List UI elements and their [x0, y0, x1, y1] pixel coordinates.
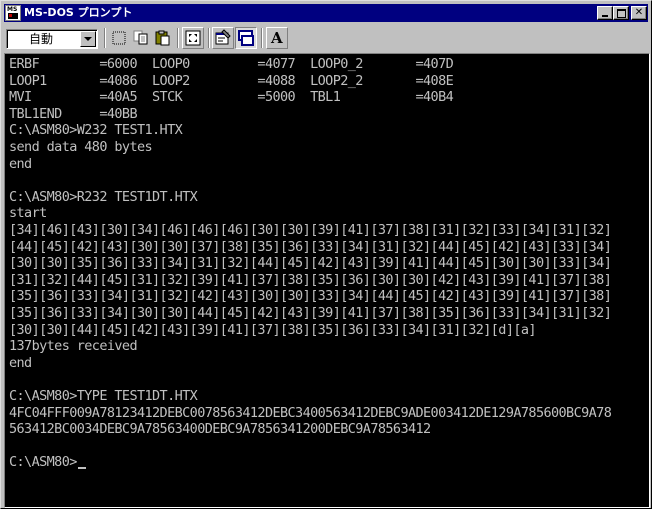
- console-line: C:\ASM80>R232 TEST1DT.HTX: [9, 188, 198, 205]
- console-line: 563412BC0034DEBC9A78563400DEBC9A78563412…: [9, 421, 431, 438]
- toolbar-separator: [104, 28, 106, 48]
- minimize-button[interactable]: [597, 6, 613, 20]
- console-line: [34][46][43][30][34][46][46][46][30][30]…: [9, 222, 612, 238]
- window-title: MS-DOS プロンプト: [24, 6, 133, 19]
- maximize-icon: [617, 9, 626, 18]
- console-line: LOOP1 =4086 LOOP2 =4088 LOOP2_2 =408E: [9, 72, 454, 89]
- font-button[interactable]: A: [266, 27, 288, 49]
- console-line: [30][30][35][36][33][34][31][32][44][45]…: [9, 255, 612, 272]
- background-icon: [238, 30, 254, 46]
- properties-icon: [215, 29, 231, 45]
- console-line: end: [9, 354, 32, 371]
- ms-dos-prompt-window: MS MS-DOS プロンプト ✕ 自動 A ERBF =6000 LOOP0 …: [0, 0, 652, 509]
- title-bar[interactable]: MS MS-DOS プロンプト ✕: [4, 4, 648, 22]
- text-cursor: [77, 467, 86, 470]
- console-line: [44][45][42][43][30][30][37][38][35][36]…: [9, 238, 612, 255]
- console-line: send data 480 bytes: [9, 139, 153, 155]
- toolbar-separator: [208, 28, 210, 48]
- console-line: [35][36][33][34][30][30][44][45][42][43]…: [9, 305, 612, 321]
- console-line: 137bytes received: [9, 338, 138, 355]
- paste-icon: [155, 30, 170, 46]
- console-line: start: [9, 205, 47, 222]
- ms-dos-icon-text: MS: [7, 6, 18, 13]
- copy-button[interactable]: [130, 27, 152, 49]
- console-line: [31][32][44][45][31][32][39][41][37][38]…: [9, 271, 612, 288]
- console-line: C:\ASM80>TYPE TEST1DT.HTX: [9, 388, 198, 404]
- console-output[interactable]: ERBF =6000 LOOP0 =4077 LOOP0_2 =407D LOOP…: [7, 55, 649, 507]
- console-line: C:\ASM80>W232 TEST1.HTX: [9, 122, 183, 139]
- properties-button[interactable]: [212, 27, 234, 49]
- fullscreen-button[interactable]: [182, 27, 204, 49]
- paste-button[interactable]: [152, 27, 174, 49]
- console-line: [30][30][44][45][42][43][39][41][37][38]…: [9, 321, 537, 338]
- toolbar-separator: [177, 28, 179, 48]
- copy-icon: [133, 30, 148, 45]
- console-line: 4FC04FFF009A78123412DEBC0078563412DEBC34…: [9, 404, 612, 421]
- fullscreen-icon: [185, 30, 201, 46]
- maximize-button[interactable]: [613, 6, 629, 20]
- chevron-down-icon[interactable]: [80, 31, 96, 47]
- mark-icon: [112, 31, 126, 45]
- console-line: C:\ASM80>: [9, 454, 77, 471]
- minimize-icon: [602, 15, 608, 17]
- font-icon: A: [271, 29, 283, 47]
- font-size-value: 自動: [29, 32, 54, 46]
- close-icon: ✕: [634, 7, 644, 18]
- mark-button[interactable]: [108, 27, 130, 49]
- console-line: MVI =40A5 STCK =5000 TBL1 =40B4: [9, 89, 454, 106]
- ms-dos-icon[interactable]: MS: [5, 5, 21, 21]
- toolbar: 自動 A: [4, 24, 648, 52]
- toolbar-separator: [261, 28, 263, 48]
- background-button[interactable]: [235, 27, 257, 49]
- console-line: ERBF =6000 LOOP0 =4077 LOOP0_2 =407D: [9, 56, 454, 72]
- console-line: end: [9, 155, 32, 172]
- console-frame: ERBF =6000 LOOP0 =4077 LOOP0_2 =407D LOOP…: [4, 53, 650, 508]
- console-line: TBL1END =40BB: [9, 105, 138, 122]
- font-size-select[interactable]: 自動: [6, 29, 98, 49]
- console-line: [35][36][33][34][31][32][42][43][30][30]…: [9, 288, 612, 305]
- close-button[interactable]: ✕: [631, 6, 647, 20]
